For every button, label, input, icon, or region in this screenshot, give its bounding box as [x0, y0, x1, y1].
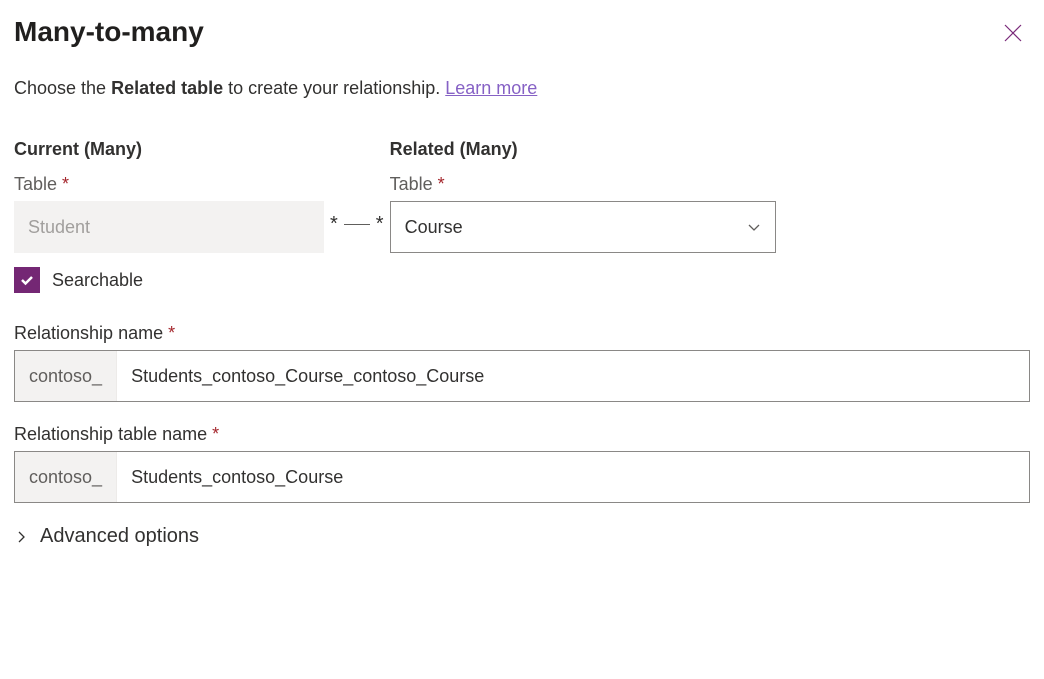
cardinality-right: * [376, 213, 384, 236]
chevron-down-icon [747, 220, 761, 234]
subtitle-pre: Choose the [14, 78, 111, 98]
related-table-label: Table * [390, 174, 776, 195]
related-heading: Related (Many) [390, 139, 776, 160]
learn-more-link[interactable]: Learn more [445, 78, 537, 98]
cardinality-connector: * * [324, 213, 390, 236]
relationship-name-field: contoso_ [14, 350, 1030, 402]
checkmark-icon [19, 272, 35, 288]
relationship-table-name-prefix: contoso_ [15, 452, 117, 502]
advanced-options-toggle[interactable]: Advanced options [14, 525, 1030, 548]
current-table-label: Table * [14, 174, 324, 195]
subtitle-bold: Related table [111, 78, 223, 98]
related-table-select[interactable]: Course [390, 201, 776, 253]
relationship-name-prefix: contoso_ [15, 351, 117, 401]
cardinality-left: * [330, 213, 338, 236]
close-button[interactable] [996, 16, 1030, 50]
advanced-options-label: Advanced options [40, 525, 199, 548]
subtitle-post: to create your relationship. [223, 78, 445, 98]
searchable-label: Searchable [52, 270, 143, 291]
searchable-checkbox[interactable] [14, 267, 40, 293]
chevron-right-icon [14, 530, 28, 544]
page-title: Many-to-many [14, 16, 204, 48]
close-icon [1002, 22, 1024, 44]
relationship-table-name-label: Relationship table name * [14, 424, 1030, 445]
related-table-value: Course [405, 217, 463, 238]
current-heading: Current (Many) [14, 139, 324, 160]
relationship-name-label: Relationship name * [14, 323, 1030, 344]
relationship-table-name-field: contoso_ [14, 451, 1030, 503]
subtitle: Choose the Related table to create your … [14, 78, 1030, 99]
relationship-name-input[interactable] [117, 351, 1029, 401]
cardinality-line [344, 224, 370, 225]
relationship-table-name-input[interactable] [117, 452, 1029, 502]
current-table-field: Student [14, 201, 324, 253]
